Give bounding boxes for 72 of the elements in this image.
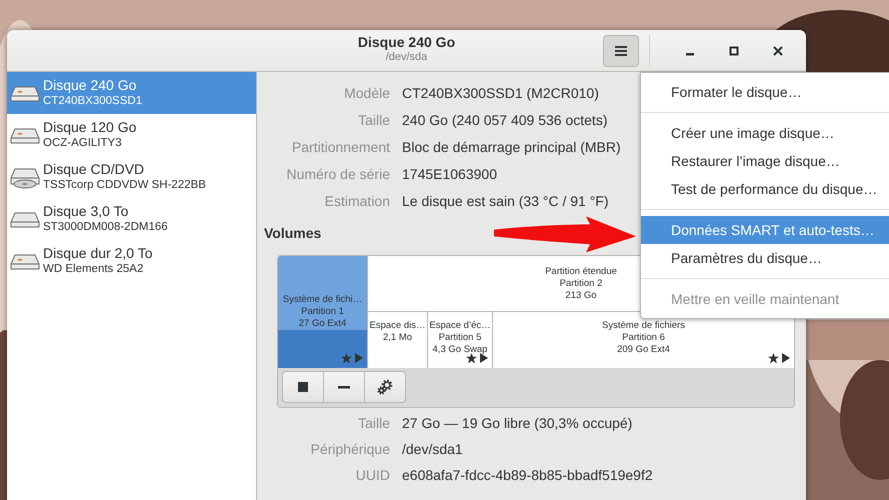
partition-label: Partition 5 (438, 332, 482, 344)
partition-label: Partition étendue (545, 266, 617, 278)
field-label: Numéro de série (286, 165, 390, 184)
settings-icon (377, 379, 393, 395)
play-icon (782, 353, 790, 363)
field-label: Taille (357, 111, 390, 130)
star-icon (341, 353, 352, 364)
partition-label: Partition 6 (621, 332, 666, 344)
field-value: CT240BX300SSD1 (M2CR010) (402, 84, 599, 103)
settings-button[interactable] (364, 371, 406, 403)
field-value: Le disque est sain (33 °C / 91 °F) (402, 192, 609, 211)
drive-name: Disque CD/DVD (43, 161, 146, 178)
drive-name: Disque dur 2,0 To (43, 245, 152, 262)
partition-label: 2,1 Mo (382, 332, 414, 344)
partition-label: Système de fichiers (601, 320, 686, 332)
window-title: Disque 240 Go (358, 34, 456, 51)
field-label: Modèle (343, 84, 390, 103)
menu-icon (615, 46, 627, 56)
partition-label: Espace dis… (368, 320, 426, 332)
drive-model: CT240BX300SSD1 (43, 94, 142, 109)
partition-label: 4,3 Go Swap (432, 344, 488, 356)
sidebar-item[interactable]: Disque CD/DVD TSSTcorp CDDVDW SH-222BB (7, 156, 256, 198)
field-value: e608afa7-fdcc-4b89-8b85-bbadf519e9f2 (402, 466, 653, 484)
delete-button[interactable] (323, 371, 365, 403)
partition-label: 209 Go Ext4 (616, 344, 671, 356)
drive-name: Disque 3,0 To (43, 203, 130, 220)
field-label: UUID (354, 466, 390, 484)
drive-name: Disque 240 Go (43, 77, 138, 94)
partition-block[interactable]: Espace d’éc… Partition 5 4,3 Go Swap (428, 312, 493, 368)
partition-label: Espace d’éc… (428, 320, 492, 332)
field-label: Périphérique (310, 440, 390, 459)
unmount-button[interactable] (282, 371, 324, 403)
field-label: Estimation (324, 192, 390, 211)
sidebar-item[interactable]: Disque 3,0 To ST3000DM008-2DM166 (7, 198, 256, 240)
menu-item[interactable]: Test de performance du disque… (641, 175, 889, 203)
maximize-icon (729, 46, 739, 56)
field-label: Taille (357, 414, 390, 432)
partition-block[interactable]: Système de fichiers Partition 6 209 Go Ext4 (493, 312, 794, 368)
partition-label: Partition 2 (560, 278, 602, 290)
menu-item[interactable]: Formater le disque… (641, 78, 889, 106)
close-icon (773, 46, 783, 56)
menu-button[interactable] (603, 34, 639, 66)
drive-name: Disque 120 Go (43, 119, 136, 136)
drive-model: ST3000DM008-2DM166 (43, 220, 168, 235)
partition-block[interactable]: Système de fichi… Partition 1 27 Go Ext4 (278, 256, 368, 368)
window-subtitle: /dev/sda (386, 50, 428, 64)
drive-model: OCZ-AGILITY3 (43, 136, 123, 151)
partition-block[interactable]: Espace dis… 2,1 Mo (368, 312, 428, 368)
field-value: 27 Go — 19 Go libre (30,3% occupé) (402, 414, 632, 433)
section-heading: Volumes (264, 224, 322, 243)
minimize-icon (686, 52, 694, 56)
partition-label: 213 Go (565, 290, 597, 302)
field-value: 240 Go (240 057 409 536 octets) (402, 111, 608, 130)
star-icon (466, 353, 477, 364)
partition-label: Système de fichi… (282, 294, 364, 306)
play-icon (480, 353, 488, 363)
drive-model: TSSTcorp CDDVDW SH-222BB (43, 178, 206, 193)
menu-item[interactable]: Créer une image disque… (641, 119, 889, 147)
menu-item[interactable]: Restaurer l’image disque… (641, 147, 889, 175)
sidebar-item[interactable]: Disque dur 2,0 To WD Elements 25A2 (7, 240, 256, 282)
drive-model: WD Elements 25A2 (43, 262, 144, 277)
field-value: /dev/sda1 (402, 440, 463, 458)
field-value: 1745E1063900 (402, 165, 497, 184)
field-value: Bloc de démarrage principal (MBR) (402, 138, 621, 157)
sidebar-item[interactable]: Disque 120 Go OCZ-AGILITY3 (7, 114, 256, 156)
star-icon (768, 353, 779, 364)
field-label: Partitionnement (290, 138, 390, 157)
partition-label: 27 Go Ext4 (298, 318, 348, 330)
partition-label: Partition 1 (300, 306, 345, 318)
play-icon (355, 353, 363, 363)
stop-icon (298, 382, 308, 392)
minus-icon (338, 386, 350, 388)
